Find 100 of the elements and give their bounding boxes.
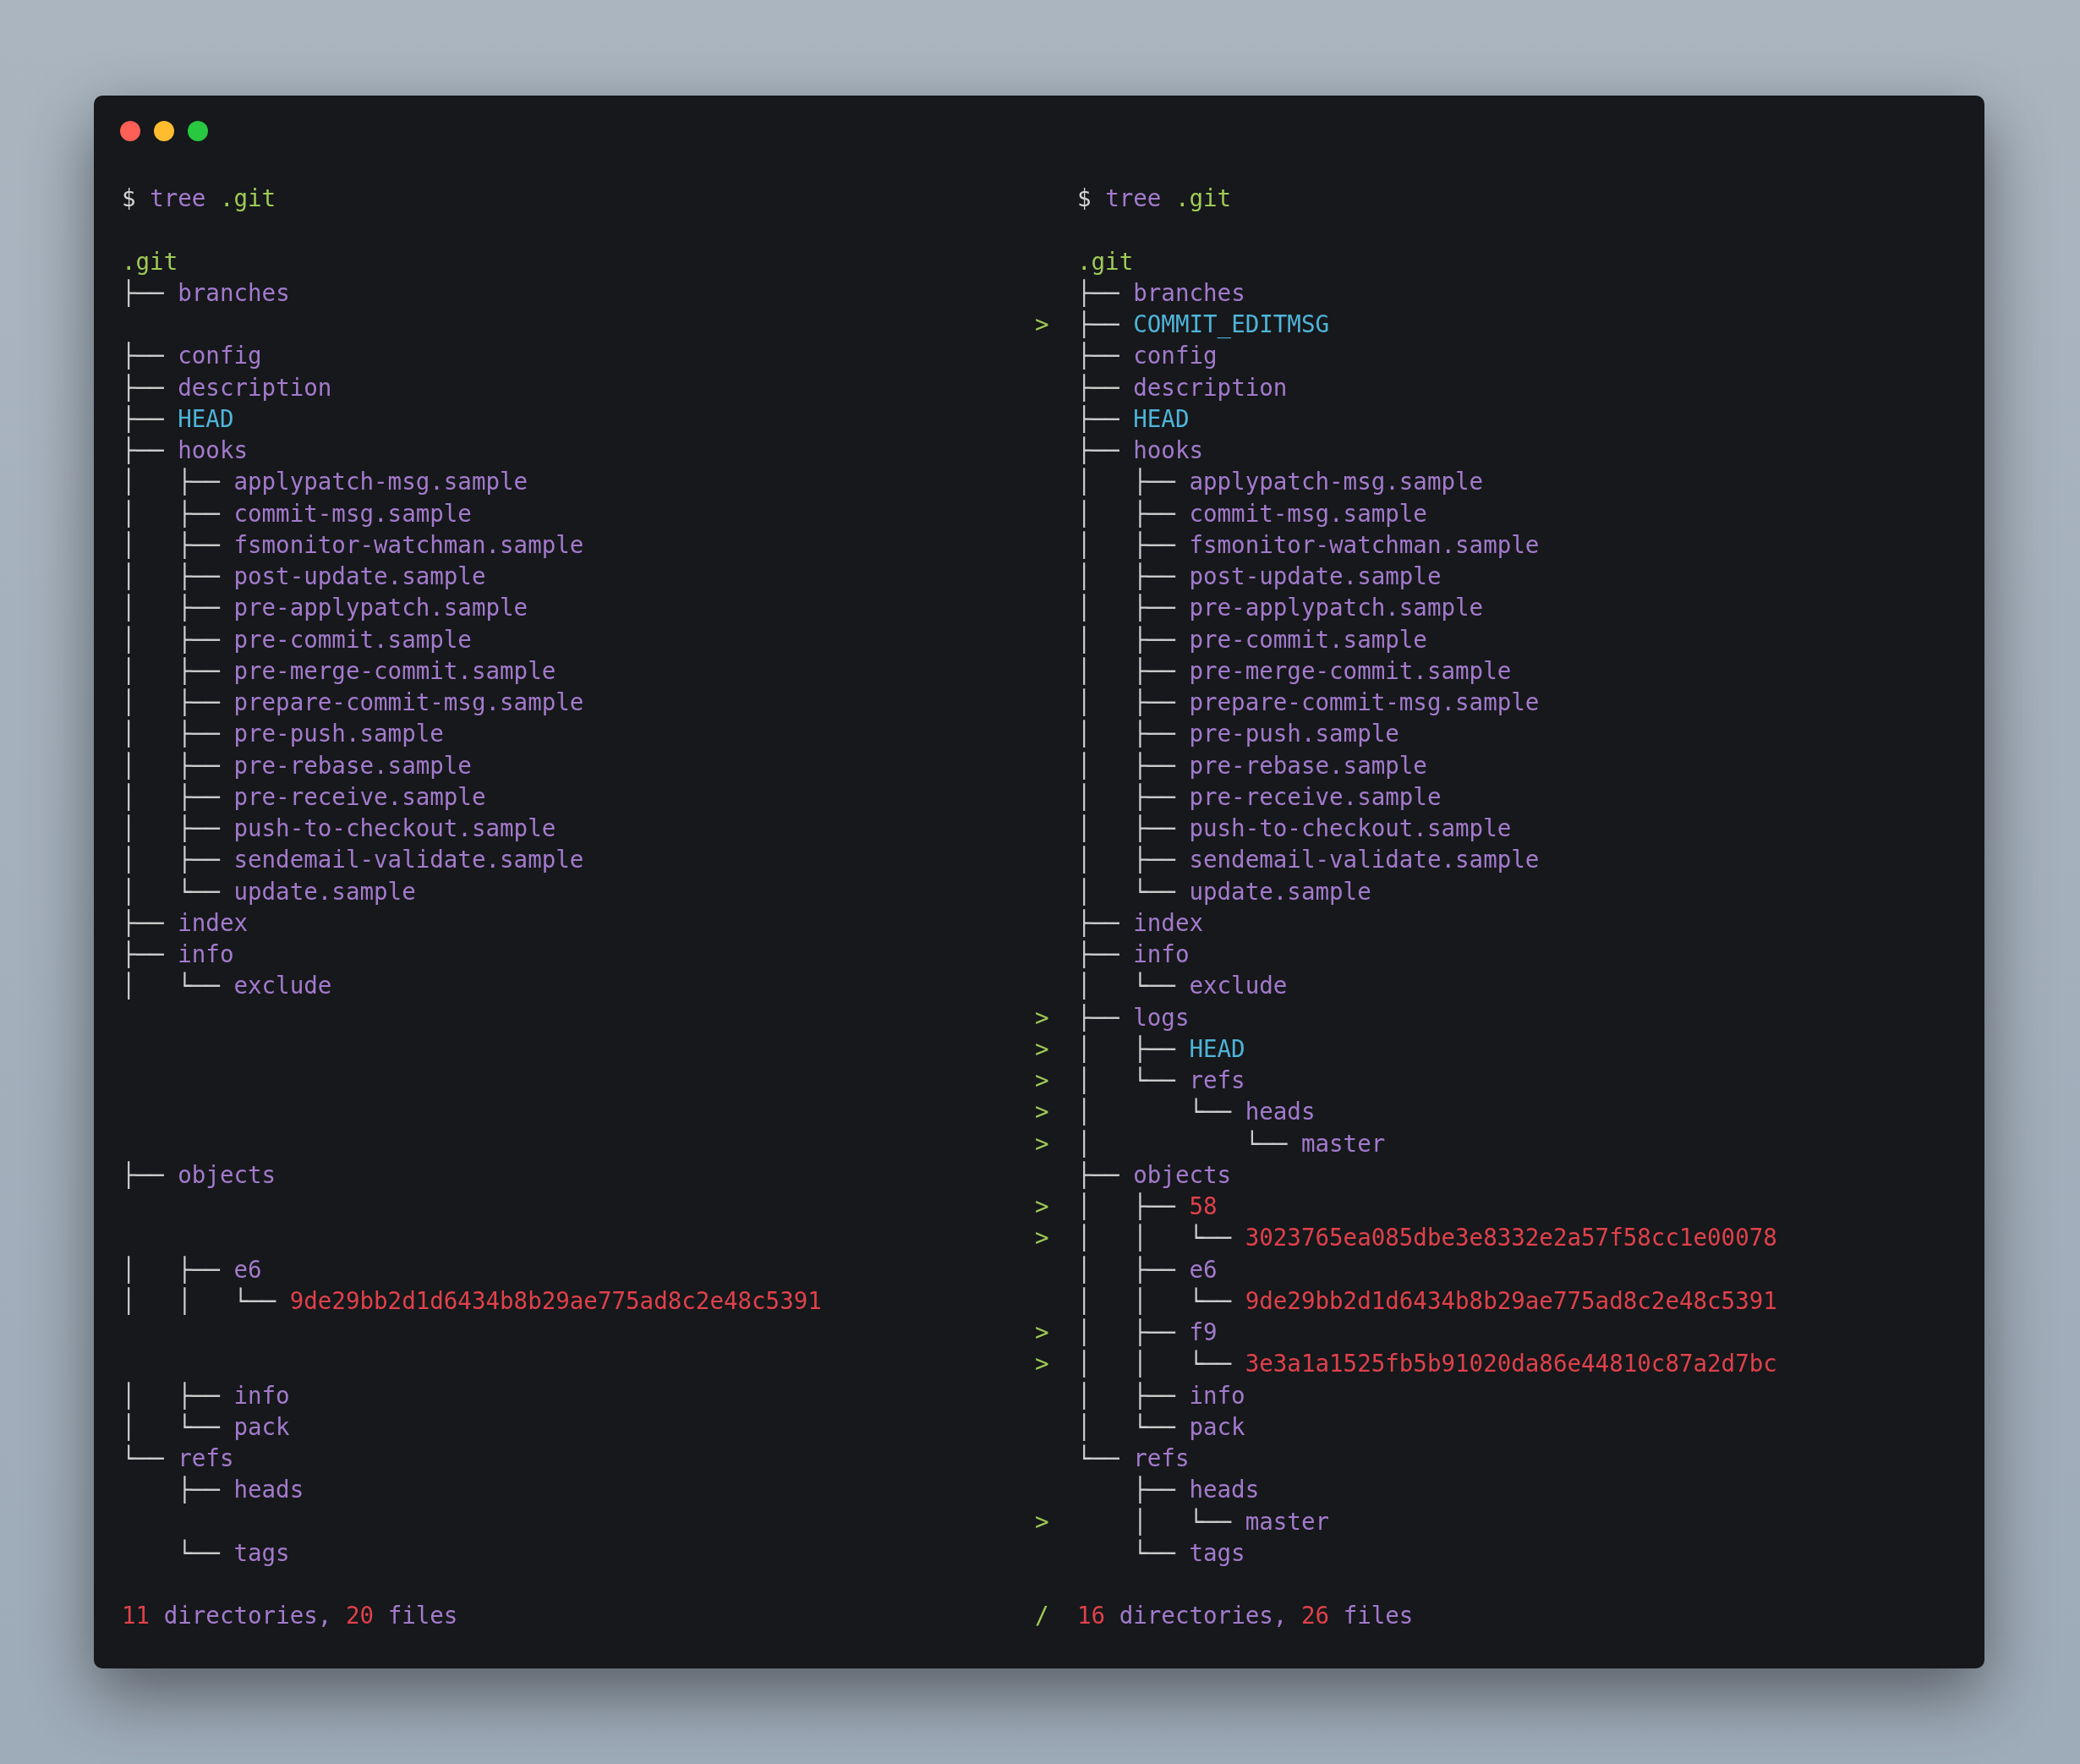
- tree-entry: refs: [1133, 1444, 1190, 1473]
- tree-entry: 58: [1189, 1192, 1218, 1221]
- tree-entry: COMMIT_EDITMSG: [1133, 310, 1330, 340]
- tree-guide: │ ├──: [122, 1380, 222, 1411]
- tree-guide: ├──: [1077, 940, 1120, 970]
- tree-guide: ├──: [1077, 436, 1120, 466]
- tree-guide: │ ├──: [1077, 688, 1177, 718]
- tree-entry: fsmonitor-watchman.sample: [233, 529, 584, 560]
- tree-guide: ├──: [122, 1159, 165, 1191]
- tree-guide: │ └──: [1077, 1411, 1177, 1443]
- tree-entry: post-update.sample: [233, 562, 486, 591]
- tree-guide: │ ├──: [122, 562, 222, 592]
- tree-guide: │ └──: [1132, 1506, 1233, 1537]
- tree-entry: HEAD: [1133, 403, 1190, 434]
- tree-guide: │ └──: [122, 876, 222, 907]
- tree-guide: │ │ └──: [1077, 1285, 1233, 1317]
- tree-guide: │ └──: [1077, 1066, 1177, 1096]
- tree-entry: tags: [1189, 1537, 1245, 1568]
- tree-guide: │ │ └──: [1077, 1349, 1233, 1379]
- tree-guide: ├──: [1077, 310, 1120, 340]
- tree-guide: │ ├──: [122, 845, 222, 875]
- tree-entry: e6: [233, 1254, 262, 1285]
- tree-entry: fsmonitor-watchman.sample: [1189, 529, 1540, 560]
- tree-entry: sendemail-validate.sample: [1189, 845, 1540, 875]
- tree-entry: heads: [1245, 1097, 1316, 1127]
- tree-entry: index: [1133, 907, 1204, 938]
- tree-entry: heads: [1189, 1475, 1260, 1505]
- tree-entry: .git: [1077, 246, 1134, 277]
- tree-guide: │ ├──: [1077, 814, 1177, 844]
- window-control-button[interactable]: [188, 121, 208, 141]
- tree-guide: │ ├──: [122, 529, 222, 561]
- tree-guide: └──: [122, 1444, 165, 1473]
- tree-guide: ├──: [122, 341, 165, 371]
- window-control-button[interactable]: [120, 121, 140, 141]
- tree-guide: │ └──: [1077, 1128, 1289, 1159]
- tree-entry: e6: [1189, 1254, 1218, 1285]
- tree-guide: │ ├──: [1077, 1254, 1177, 1285]
- directory-count: 11: [122, 1601, 151, 1631]
- tree-guide: │ └──: [1077, 876, 1177, 907]
- tree-entry: applypatch-msg.sample: [233, 467, 528, 497]
- tree-entry: info: [1133, 940, 1190, 969]
- tree-guide: │ ├──: [122, 781, 222, 813]
- tree-guide: │ ├──: [1077, 845, 1177, 875]
- diff-marker: >: [1035, 1033, 1049, 1064]
- tree-entry: config: [178, 341, 262, 371]
- files-label: files: [387, 1601, 458, 1631]
- tree-entry: pack: [1189, 1411, 1245, 1442]
- tree-entry: refs: [1189, 1066, 1245, 1095]
- argument-text: .git: [219, 184, 276, 213]
- tree-entry: pre-push.sample: [1189, 719, 1399, 749]
- tree-guide: │ ├──: [1077, 719, 1177, 749]
- prompt-symbol: $: [122, 184, 136, 213]
- tree-guide: │ ├──: [122, 719, 222, 749]
- tree-entry: pre-applypatch.sample: [233, 593, 528, 623]
- directory-count: 16: [1077, 1601, 1106, 1631]
- tree-guide: │ ├──: [122, 624, 222, 655]
- tree-guide: ├──: [1077, 372, 1120, 403]
- tree-entry: applypatch-msg.sample: [1189, 467, 1484, 497]
- tree-guide: │ │ └──: [122, 1285, 277, 1317]
- tree-entry: update.sample: [1189, 876, 1371, 907]
- diff-marker: /: [1035, 1601, 1049, 1631]
- prompt-symbol: $: [1077, 184, 1092, 213]
- tree-guide: │ ├──: [1077, 655, 1177, 687]
- tree-entry: HEAD: [178, 403, 234, 434]
- tree-guide: │ └──: [1077, 971, 1177, 1001]
- tree-entry: commit-msg.sample: [233, 498, 472, 529]
- tree-entry: pre-rebase.sample: [1189, 750, 1427, 781]
- tree-guide: │ ├──: [122, 467, 222, 497]
- diff-marker: >: [1035, 310, 1049, 339]
- tree-guide: ├──: [1077, 403, 1120, 435]
- tree-entry: index: [178, 907, 249, 938]
- tree-guide: │ └──: [1077, 1097, 1233, 1127]
- tree-entry: master: [1245, 1506, 1330, 1537]
- tree-guide: │ ├──: [1077, 1380, 1177, 1411]
- tree-guide: │ ├──: [1077, 1192, 1177, 1222]
- tree-entry: pre-commit.sample: [1189, 624, 1427, 655]
- tree-guide: │ ├──: [1077, 781, 1177, 813]
- files-label: files: [1343, 1601, 1414, 1631]
- diff-marker: >: [1035, 1318, 1049, 1347]
- tree-guide: ├──: [122, 907, 165, 939]
- window-control-button[interactable]: [154, 121, 174, 141]
- tree-entry: pack: [233, 1411, 290, 1442]
- argument-text: .git: [1174, 184, 1232, 213]
- tree-guide: │ │ └──: [1077, 1223, 1233, 1253]
- tree-guide: └──: [1132, 1537, 1177, 1568]
- tree-entry: exclude: [1189, 971, 1288, 1001]
- tree-guide: ├──: [122, 940, 165, 970]
- tree-guide: │ └──: [122, 1411, 222, 1443]
- diff-marker: >: [1035, 1128, 1049, 1159]
- tree-guide: ├──: [1077, 1159, 1120, 1191]
- file-count: 26: [1300, 1601, 1330, 1631]
- tree-guide: ├──: [122, 277, 165, 309]
- tree-entry: 9de29bb2d1d6434b8b29ae775ad8c2e48c5391: [1245, 1285, 1777, 1316]
- tree-entry: hooks: [178, 436, 249, 465]
- tree-entry: master: [1300, 1128, 1386, 1159]
- tree-entry: refs: [178, 1444, 234, 1473]
- tree-guide: │ ├──: [1077, 593, 1177, 623]
- diff-marker: >: [1035, 1223, 1049, 1253]
- file-count: 20: [345, 1601, 375, 1631]
- tree-entry: commit-msg.sample: [1189, 498, 1427, 529]
